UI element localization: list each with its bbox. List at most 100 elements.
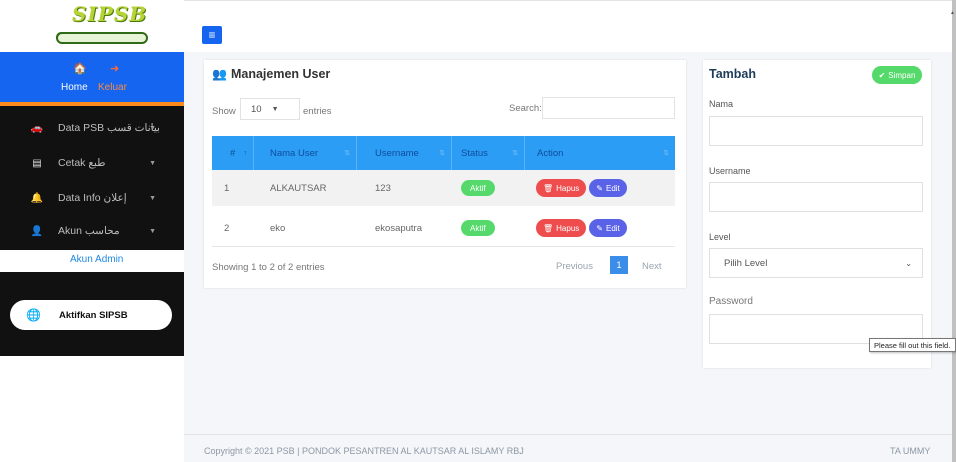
trash-icon: 🗑 <box>543 183 554 193</box>
logo-text: SIPSB <box>72 2 148 26</box>
footer-copyright: Copyright © 2021 PSB | PONDOK PESANTREN … <box>204 446 524 456</box>
home-link[interactable]: Home <box>61 82 88 93</box>
form-title: Tambah <box>709 67 756 81</box>
column-header-action[interactable]: Action ⇅ <box>525 136 675 170</box>
check-icon: ✔ <box>878 70 886 80</box>
chevron-down-icon: ▼ <box>149 194 156 202</box>
page-size-select[interactable]: 10 ▼ <box>240 98 300 120</box>
sidebar: SIPSB 🏠 ➜ Home Keluar 🚗 Data PSB بيانات … <box>0 0 184 356</box>
search-input[interactable] <box>542 97 675 119</box>
logo: SIPSB <box>0 0 184 52</box>
sidebar-item-label: Data Info إعلان <box>58 192 127 204</box>
sidebar-item-data-info[interactable]: 🔔 Data Info إعلان ▼ <box>0 181 184 215</box>
cell-username: 123 <box>375 182 391 194</box>
edit-button-label: Edit <box>605 223 620 233</box>
column-header-label: Status <box>461 147 488 159</box>
chevron-down-icon: ▼ <box>271 105 279 113</box>
chevron-down-icon: ⌄ <box>905 258 912 268</box>
cell-status: Aktif <box>461 170 495 206</box>
status-badge: Aktif <box>461 180 495 196</box>
sidebar-item-label: Cetak طبع <box>58 157 106 169</box>
user-panel: 🏠 ➜ Home Keluar <box>0 52 184 106</box>
level-select[interactable]: Pilih Level ⌄ <box>709 248 923 278</box>
cell-nama: eko <box>270 222 286 234</box>
top-navbar <box>184 0 952 52</box>
table-row: 1 ALKAUTSAR 123 Aktif 🗑 Hapus ✎ Edit <box>212 170 675 206</box>
chevron-down-icon: ▼ <box>149 159 156 167</box>
sidebar-item-akun[interactable]: 👤 Akun محاسب ▼ <box>0 214 184 248</box>
logout-link[interactable]: Keluar <box>98 82 127 93</box>
edit-button-label: Edit <box>605 183 620 193</box>
cell-no: 2 <box>224 222 230 234</box>
edit-button[interactable]: ✎ Edit <box>589 219 627 237</box>
page-size-value: 10 <box>251 103 262 115</box>
sidebar-item-label: Akun محاسب <box>58 225 120 237</box>
status-badge: Aktif <box>461 220 495 236</box>
edit-icon: ✎ <box>596 223 603 233</box>
pagination-page-current[interactable]: 1 <box>610 256 628 274</box>
delete-button-label: Hapus <box>556 223 580 233</box>
sort-asc-icon: ↑ <box>243 149 248 157</box>
username-label: Username <box>709 166 751 176</box>
cell-nama: ALKAUTSAR <box>270 182 327 194</box>
chevron-down-icon: ▼ <box>149 227 156 235</box>
activate-sipsb-label: Aktifkan SIPSB <box>58 309 128 321</box>
save-button[interactable]: ✔ Simpan <box>872 66 922 84</box>
table-info: Showing 1 to 2 of 2 entries <box>212 262 325 273</box>
delete-button[interactable]: 🗑 Hapus <box>536 219 587 237</box>
user-icon: 👤 <box>30 225 44 237</box>
trash-icon: 🗑 <box>543 223 554 233</box>
show-label: Show <box>212 106 236 117</box>
delete-button[interactable]: 🗑 Hapus <box>536 179 587 197</box>
sort-icon: ⇅ <box>663 150 669 157</box>
cell-action: 🗑 Hapus ✎ Edit <box>536 210 627 246</box>
page-scrollbar[interactable] <box>952 0 956 462</box>
sidebar-item-label: Data PSB بيانات قسب <box>58 122 160 134</box>
bell-icon: 🔔 <box>30 192 44 204</box>
hamburger-menu-icon[interactable]: ≡ <box>202 26 222 44</box>
page-title-text: Manajemen User <box>230 67 331 81</box>
activate-sipsb-button[interactable]: 🌐 Aktifkan SIPSB <box>10 300 172 330</box>
sidebar-item-data-psb[interactable]: 🚗 Data PSB بيانات قسب ▼ <box>0 111 184 145</box>
logout-icon[interactable]: ➜ <box>110 62 119 75</box>
save-button-label: Simpan <box>888 70 916 80</box>
pagination-previous[interactable]: Previous <box>556 261 593 272</box>
page-title: 👥 Manajemen User <box>212 67 330 81</box>
edit-icon: ✎ <box>596 183 603 193</box>
username-field[interactable] <box>709 182 923 212</box>
password-label: Password <box>709 296 753 307</box>
sidebar-item-cetak[interactable]: ▤ Cetak طبع ▼ <box>0 146 184 180</box>
footer-version: TA UMMY <box>890 446 931 456</box>
column-header-nama-user[interactable]: Nama User ⇅ <box>254 136 357 170</box>
scroll-up-icon[interactable]: ▲ <box>950 10 955 16</box>
table-header: # ↑ Nama User ⇅ Username ⇅ Status ⇅ Acti… <box>212 136 675 170</box>
pagination-next[interactable]: Next <box>642 261 662 272</box>
cell-action: 🗑 Hapus ✎ Edit <box>536 170 627 206</box>
printer-icon: ▤ <box>32 157 42 169</box>
column-header-status[interactable]: Status ⇅ <box>452 136 525 170</box>
delete-button-label: Hapus <box>556 183 580 193</box>
cell-username: ekosaputra <box>375 222 423 234</box>
column-header-label: Nama User <box>270 147 319 159</box>
sort-icon: ⇅ <box>512 150 518 157</box>
level-select-value: Pilih Level <box>724 257 768 269</box>
entries-label: entries <box>303 106 332 117</box>
nama-field[interactable] <box>709 116 923 146</box>
chevron-down-icon: ▼ <box>149 124 156 132</box>
column-header-username[interactable]: Username ⇅ <box>357 136 452 170</box>
home-icon[interactable]: 🏠 <box>73 62 87 75</box>
column-header-label: # <box>230 147 236 159</box>
column-header-label: Username <box>375 147 419 159</box>
column-header-no[interactable]: # ↑ <box>212 136 254 170</box>
nama-label: Nama <box>709 99 734 109</box>
sort-icon: ⇅ <box>344 150 350 157</box>
sort-icon: ⇅ <box>439 150 445 157</box>
logo-banner <box>56 32 148 44</box>
search-label: Search: <box>509 103 542 114</box>
footer-divider <box>184 434 952 435</box>
edit-button[interactable]: ✎ Edit <box>589 179 627 197</box>
car-icon: 🚗 <box>30 122 44 134</box>
sidebar-subitem-akun-admin[interactable]: Akun Admin <box>70 254 123 265</box>
level-label: Level <box>709 232 731 242</box>
cell-no: 1 <box>224 182 230 194</box>
